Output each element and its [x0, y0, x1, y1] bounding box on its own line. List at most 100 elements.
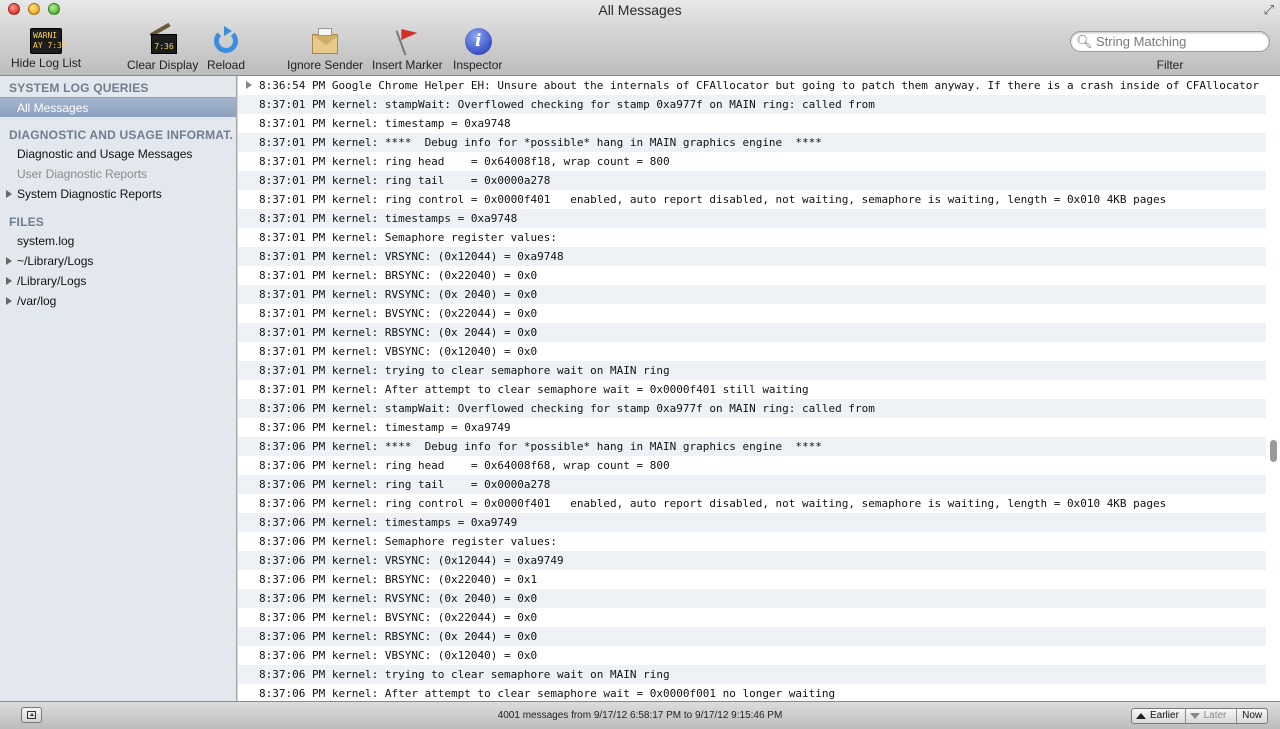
log-row-text: 8:37:01 PM kernel: VRSYNC: (0x12044) = 0…	[259, 250, 564, 263]
log-row[interactable]: 8:37:06 PM kernel: trying to clear semap…	[238, 665, 1266, 684]
log-row[interactable]: 8:37:06 PM kernel: ring control = 0x0000…	[238, 494, 1266, 513]
sidebar-item-user-diagnostic-reports[interactable]: User Diagnostic Reports	[0, 164, 236, 184]
log-row-text: 8:37:06 PM kernel: ring tail = 0x0000a27…	[259, 478, 551, 491]
log-row[interactable]: 8:37:01 PM kernel: **** Debug info for *…	[238, 133, 1266, 152]
log-row[interactable]: 8:37:06 PM kernel: ring head = 0x64008f6…	[238, 456, 1266, 475]
log-row[interactable]: 8:37:01 PM kernel: VBSYNC: (0x12040) = 0…	[238, 342, 1266, 361]
log-row[interactable]: 8:37:01 PM kernel: BRSYNC: (0x22040) = 0…	[238, 266, 1266, 285]
sidebar-item-library-logs[interactable]: /Library/Logs	[0, 271, 236, 291]
log-row-text: 8:37:01 PM kernel: BRSYNC: (0x22040) = 0…	[259, 269, 538, 282]
log-row-text: 8:37:01 PM kernel: BVSYNC: (0x22044) = 0…	[259, 307, 538, 320]
search-icon: 🔍︎	[1076, 34, 1093, 49]
status-bar: 4001 messages from 9/17/12 6:58:17 PM to…	[0, 701, 1280, 729]
log-row[interactable]: 8:37:01 PM kernel: stampWait: Overflowed…	[238, 95, 1266, 114]
log-row-text: 8:37:06 PM kernel: trying to clear semap…	[259, 668, 670, 681]
log-row-text: 8:37:06 PM kernel: **** Debug info for *…	[259, 440, 822, 453]
sidebar-item-all-messages[interactable]: All Messages	[0, 97, 236, 117]
log-row[interactable]: 8:37:01 PM kernel: After attempt to clea…	[238, 380, 1266, 399]
log-row[interactable]: 8:37:01 PM kernel: ring head = 0x64008f1…	[238, 152, 1266, 171]
log-row-text: 8:37:06 PM kernel: stampWait: Overflowed…	[259, 402, 875, 415]
reload-button[interactable]: Reload	[207, 26, 245, 72]
log-row-text: 8:37:01 PM kernel: stampWait: Overflowed…	[259, 98, 875, 111]
sidebar-item-user-library-logs[interactable]: ~/Library/Logs	[0, 251, 236, 271]
insert-marker-button[interactable]: Insert Marker	[372, 26, 443, 72]
log-row[interactable]: 8:37:06 PM kernel: After attempt to clea…	[238, 684, 1266, 701]
now-button[interactable]: Now	[1237, 709, 1267, 723]
reload-icon	[210, 26, 242, 56]
log-row[interactable]: 8:37:06 PM kernel: BVSYNC: (0x22044) = 0…	[238, 608, 1266, 627]
sidebar-item-system-diagnostic-reports[interactable]: System Diagnostic Reports	[0, 184, 236, 204]
log-message-list[interactable]: 8:36:54 PM Google Chrome Helper EH: Unsu…	[238, 76, 1280, 701]
log-row-text: 8:37:01 PM kernel: ring head = 0x64008f1…	[259, 155, 670, 168]
log-row[interactable]: 8:37:06 PM kernel: Semaphore register va…	[238, 532, 1266, 551]
inspector-button[interactable]: i Inspector	[453, 26, 502, 72]
log-row[interactable]: 8:37:06 PM kernel: VRSYNC: (0x12044) = 0…	[238, 551, 1266, 570]
log-row[interactable]: 8:37:06 PM kernel: BRSYNC: (0x22040) = 0…	[238, 570, 1266, 589]
log-row-text: 8:37:01 PM kernel: VBSYNC: (0x12040) = 0…	[259, 345, 538, 358]
sidebar-item-var-log[interactable]: /var/log	[0, 291, 236, 311]
log-row-text: 8:37:06 PM kernel: timestamps = 0xa9749	[259, 516, 518, 529]
log-row-text: 8:37:01 PM kernel: **** Debug info for *…	[259, 136, 822, 149]
log-row[interactable]: 8:37:06 PM kernel: stampWait: Overflowed…	[238, 399, 1266, 418]
filter-label: Filter	[1156, 58, 1184, 72]
triangle-down-icon	[1189, 713, 1200, 719]
log-row-text: 8:37:06 PM kernel: BRSYNC: (0x22040) = 0…	[259, 573, 538, 586]
log-row[interactable]: 8:37:01 PM kernel: ring control = 0x0000…	[238, 190, 1266, 209]
expand-row-icon[interactable]	[246, 81, 252, 89]
sidebar-item-label: /var/log	[17, 294, 57, 308]
log-row[interactable]: 8:37:01 PM kernel: timestamps = 0xa9748	[238, 209, 1266, 228]
fullscreen-icon[interactable]: ⤢	[1264, 2, 1274, 18]
log-row[interactable]: 8:37:06 PM kernel: **** Debug info for *…	[238, 437, 1266, 456]
ignore-sender-label: Ignore Sender	[287, 58, 364, 72]
broom-icon: 7:36	[147, 22, 179, 56]
log-list-sidebar: SYSTEM LOG QUERIES All Messages DIAGNOST…	[0, 76, 237, 701]
log-row-text: 8:37:01 PM kernel: timestamps = 0xa9748	[259, 212, 518, 225]
later-button[interactable]: Later	[1186, 709, 1238, 723]
log-row[interactable]: 8:37:06 PM kernel: timestamps = 0xa9749	[238, 513, 1266, 532]
filter-search-field[interactable]: 🔍︎	[1070, 31, 1270, 52]
reload-label: Reload	[207, 58, 246, 72]
log-row[interactable]: 8:37:06 PM kernel: RVSYNC: (0x 2040) = 0…	[238, 589, 1266, 608]
info-icon: i	[462, 26, 494, 56]
vertical-scrollbar[interactable]	[1266, 76, 1280, 701]
log-row[interactable]: 8:37:01 PM kernel: trying to clear semap…	[238, 361, 1266, 380]
log-row[interactable]: 8:37:06 PM kernel: VBSYNC: (0x12040) = 0…	[238, 646, 1266, 665]
ignore-sender-button[interactable]: Ignore Sender	[287, 26, 363, 72]
filter-search-input[interactable]	[1096, 33, 1261, 50]
sidebar-item-system-log[interactable]: system.log	[0, 231, 236, 251]
log-row[interactable]: 8:37:06 PM kernel: ring tail = 0x0000a27…	[238, 475, 1266, 494]
log-row-text: 8:37:06 PM kernel: BVSYNC: (0x22044) = 0…	[259, 611, 538, 624]
disclosure-triangle-icon[interactable]	[6, 190, 12, 198]
sidebar-item-label: System Diagnostic Reports	[17, 187, 162, 201]
log-row[interactable]: 8:37:01 PM kernel: VRSYNC: (0x12044) = 0…	[238, 247, 1266, 266]
envelope-icon	[309, 26, 341, 56]
log-row-text: 8:37:01 PM kernel: RBSYNC: (0x 2044) = 0…	[259, 326, 538, 339]
window-title: All Messages	[598, 2, 682, 18]
log-row-text: 8:37:06 PM kernel: ring head = 0x64008f6…	[259, 459, 670, 472]
disclosure-triangle-icon[interactable]	[6, 257, 12, 265]
log-row[interactable]: 8:37:01 PM kernel: timestamp = 0xa9748	[238, 114, 1266, 133]
flag-icon	[391, 26, 423, 56]
log-row-text: 8:37:06 PM kernel: After attempt to clea…	[259, 687, 836, 700]
log-row[interactable]: 8:37:01 PM kernel: ring tail = 0x0000a27…	[238, 171, 1266, 190]
scrollbar-thumb[interactable]	[1270, 440, 1277, 462]
clear-display-button[interactable]: 7:36 Clear Display	[127, 22, 198, 72]
time-navigation-group: Earlier Later Now	[1131, 708, 1268, 724]
earlier-button[interactable]: Earlier	[1132, 709, 1186, 723]
log-row[interactable]: 8:37:06 PM kernel: timestamp = 0xa9749	[238, 418, 1266, 437]
log-row[interactable]: 8:37:06 PM kernel: RBSYNC: (0x 2044) = 0…	[238, 627, 1266, 646]
hide-log-list-button[interactable]: WARNI AY 7:36 Hide Log List	[11, 26, 81, 70]
section-files: FILES	[9, 215, 45, 229]
log-row[interactable]: 8:36:54 PM Google Chrome Helper EH: Unsu…	[238, 76, 1266, 95]
log-rows: 8:36:54 PM Google Chrome Helper EH: Unsu…	[238, 76, 1280, 701]
log-row[interactable]: 8:37:01 PM kernel: BVSYNC: (0x22044) = 0…	[238, 304, 1266, 323]
log-row[interactable]: 8:37:01 PM kernel: Semaphore register va…	[238, 228, 1266, 247]
log-row-text: 8:36:54 PM Google Chrome Helper EH: Unsu…	[259, 79, 1260, 92]
sidebar-item-diagnostic-messages[interactable]: Diagnostic and Usage Messages	[0, 144, 236, 164]
log-row[interactable]: 8:37:01 PM kernel: RVSYNC: (0x 2040) = 0…	[238, 285, 1266, 304]
disclosure-triangle-icon[interactable]	[6, 277, 12, 285]
disclosure-triangle-icon[interactable]	[6, 297, 12, 305]
log-row[interactable]: 8:37:01 PM kernel: RBSYNC: (0x 2044) = 0…	[238, 323, 1266, 342]
hide-log-list-label: Hide Log List	[11, 56, 82, 70]
window-toolbar: All Messages ⤢ WARNI AY 7:36 Hide Log Li…	[0, 0, 1280, 76]
